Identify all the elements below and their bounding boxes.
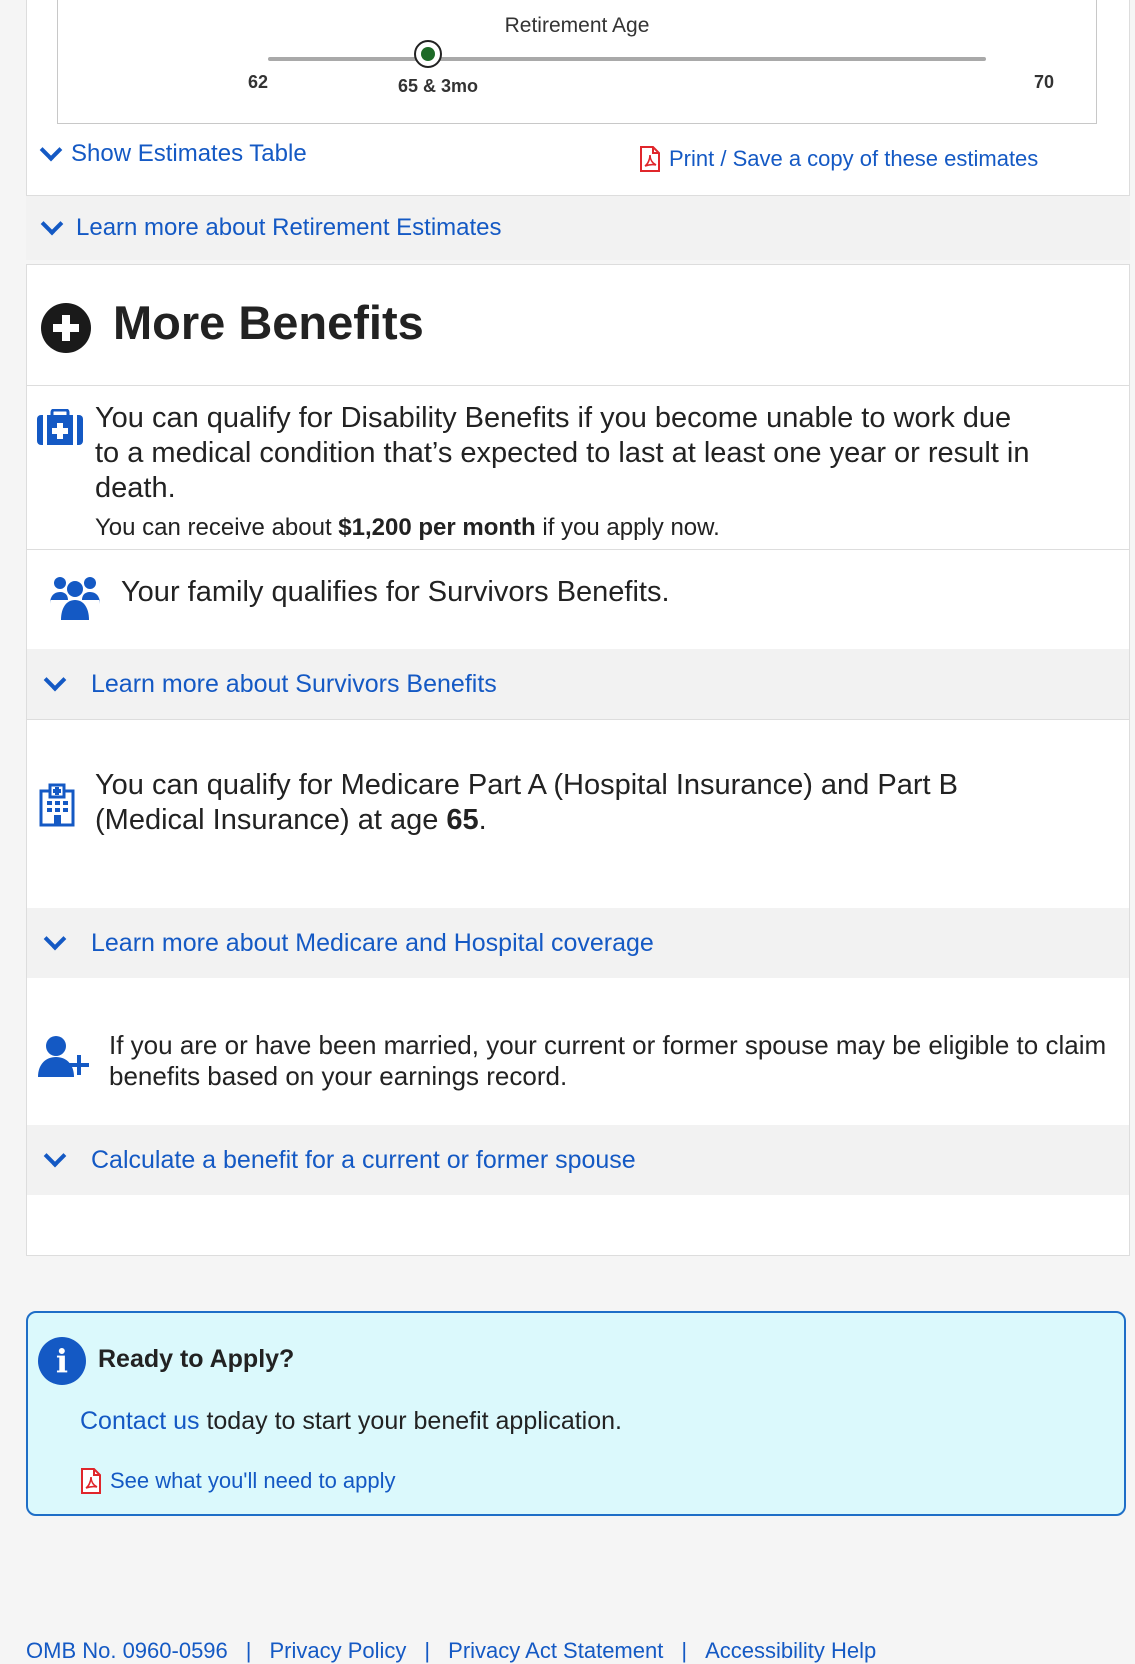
ready-to-apply-alert: i Ready to Apply? Contact us today to st… bbox=[26, 1311, 1126, 1516]
hospital-icon bbox=[39, 783, 75, 827]
medicare-text: You can qualify for Medicare Part A (Hos… bbox=[95, 768, 1055, 838]
show-estimates-table-toggle[interactable]: Show Estimates Table bbox=[39, 138, 307, 168]
what-you-need-label: See what you'll need to apply bbox=[110, 1468, 396, 1493]
more-benefits-card: More Benefits You can qualify for Disabi… bbox=[26, 264, 1130, 1256]
apply-body-suffix: today to start your benefit application. bbox=[199, 1407, 622, 1435]
plus-circle-icon bbox=[41, 303, 91, 353]
print-save-link[interactable]: Print / Save a copy of these estimates bbox=[639, 146, 1038, 172]
estimates-card: Retirement Age 62 65 & 3mo 70 Show Estim… bbox=[26, 0, 1130, 196]
learn-more-medicare-row[interactable]: Learn more about Medicare and Hospital c… bbox=[27, 908, 1129, 978]
learn-more-survivors-label: Learn more about Survivors Benefits bbox=[91, 669, 497, 698]
disability-amount: $1,200 per month bbox=[338, 514, 536, 541]
disability-sub-prefix: You can receive about bbox=[95, 514, 339, 541]
contact-us-link[interactable]: Contact us bbox=[80, 1407, 200, 1435]
chevron-down-icon bbox=[43, 1144, 67, 1168]
slider-min-label: 62 bbox=[248, 72, 269, 92]
learn-more-retirement-label: Learn more about Retirement Estimates bbox=[76, 214, 502, 241]
survivors-section: Your family qualifies for Survivors Bene… bbox=[27, 550, 1129, 649]
chevron-down-icon bbox=[39, 138, 63, 162]
retirement-age-slider-panel: Retirement Age 62 65 & 3mo 70 bbox=[57, 0, 1097, 124]
omb-number[interactable]: OMB No. 0960-0596 bbox=[26, 1638, 228, 1663]
footer-links: OMB No. 0960-0596 | Privacy Policy | Privacy… bbox=[26, 1638, 876, 1664]
privacy-act-statement-link[interactable]: Privacy Act Statement bbox=[448, 1638, 663, 1663]
slider-track[interactable] bbox=[268, 57, 986, 61]
what-you-need-link[interactable]: See what you'll need to apply bbox=[80, 1468, 396, 1494]
footer-separator: | bbox=[681, 1638, 688, 1663]
disability-sub-suffix: if you apply now. bbox=[535, 514, 720, 541]
apply-body-text: Contact us today to start your benefit a… bbox=[80, 1407, 622, 1436]
pdf-icon bbox=[640, 146, 660, 172]
privacy-policy-link[interactable]: Privacy Policy bbox=[270, 1638, 407, 1663]
slider-thumb[interactable] bbox=[414, 40, 442, 68]
more-benefits-title: More Benefits bbox=[113, 296, 424, 349]
slider-current-label: 65 & 3mo bbox=[398, 76, 479, 96]
info-icon: i bbox=[38, 1337, 86, 1385]
footer-separator: | bbox=[424, 1638, 431, 1663]
ready-to-apply-title: Ready to Apply? bbox=[98, 1345, 295, 1373]
pdf-icon bbox=[81, 1468, 101, 1494]
user-plus-icon bbox=[38, 1036, 89, 1077]
calculate-spouse-benefit-label: Calculate a benefit for a current or for… bbox=[91, 1145, 636, 1174]
learn-more-medicare-label: Learn more about Medicare and Hospital c… bbox=[91, 928, 654, 957]
footer-separator: | bbox=[245, 1638, 252, 1663]
disability-section: You can qualify for Disability Benefits … bbox=[27, 385, 1129, 550]
more-benefits-header: More Benefits bbox=[27, 265, 1129, 386]
medicare-section: You can qualify for Medicare Part A (Hos… bbox=[27, 719, 1129, 909]
medicare-text-suffix: . bbox=[478, 804, 487, 836]
accessibility-help-link[interactable]: Accessibility Help bbox=[705, 1638, 876, 1663]
calculate-spouse-benefit-row[interactable]: Calculate a benefit for a current or for… bbox=[27, 1125, 1129, 1195]
learn-more-retirement-row[interactable]: Learn more about Retirement Estimates bbox=[26, 196, 1130, 260]
slider-title: Retirement Age bbox=[504, 14, 650, 37]
chevron-down-icon bbox=[43, 927, 67, 951]
spouse-text: If you are or have been married, your cu… bbox=[109, 1030, 1107, 1091]
disability-amount-line: You can receive about $1,200 per month i… bbox=[95, 514, 720, 542]
slider-thumb-dot bbox=[421, 47, 435, 61]
chevron-down-icon bbox=[40, 212, 64, 236]
survivors-text: Your family qualifies for Survivors Bene… bbox=[121, 576, 670, 608]
family-icon bbox=[50, 577, 100, 620]
medicare-age: 65 bbox=[446, 804, 479, 836]
medicare-text-prefix: You can qualify for Medicare Part A (Hos… bbox=[95, 769, 958, 836]
briefcase-medical-icon bbox=[37, 409, 83, 445]
spouse-section: If you are or have been married, your cu… bbox=[27, 978, 1129, 1126]
chevron-down-icon bbox=[43, 668, 67, 692]
print-save-label: Print / Save a copy of these estimates bbox=[669, 146, 1039, 171]
disability-text: You can qualify for Disability Benefits … bbox=[95, 402, 1030, 504]
slider-max-label: 70 bbox=[1034, 72, 1055, 92]
show-estimates-table-label: Show Estimates Table bbox=[71, 140, 307, 167]
learn-more-survivors-row[interactable]: Learn more about Survivors Benefits bbox=[27, 649, 1129, 719]
